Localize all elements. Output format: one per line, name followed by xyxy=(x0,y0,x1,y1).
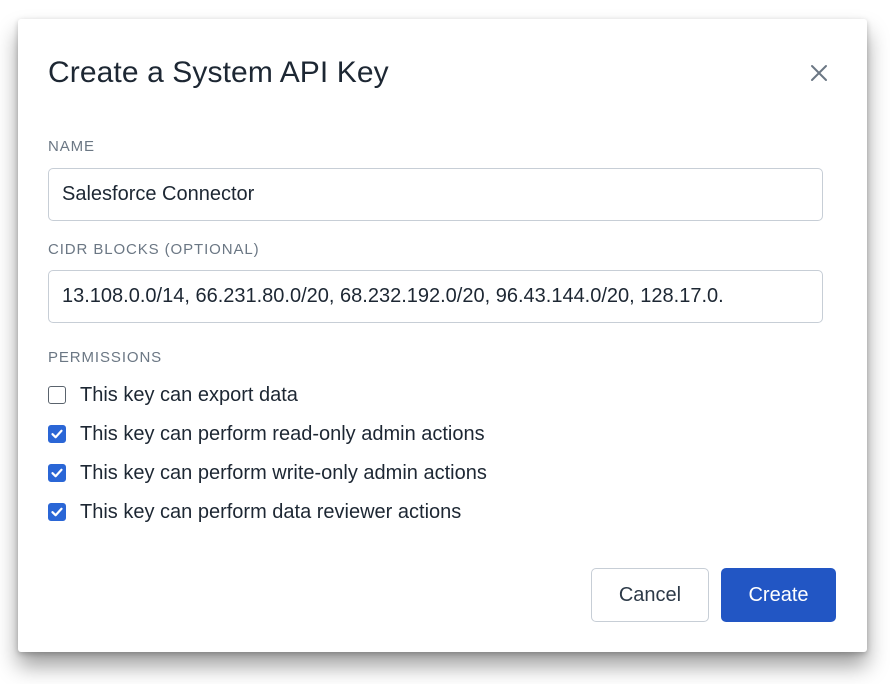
checkbox-unchecked[interactable] xyxy=(48,386,66,404)
create-button[interactable]: Create xyxy=(721,568,836,622)
permission-write-only-admin[interactable]: This key can perform write-only admin ac… xyxy=(48,460,487,486)
permission-label: This key can export data xyxy=(80,384,298,406)
close-icon[interactable] xyxy=(807,61,831,85)
cidr-blocks-input[interactable] xyxy=(48,270,823,323)
permission-data-reviewer[interactable]: This key can perform data reviewer actio… xyxy=(48,499,461,525)
permission-read-only-admin[interactable]: This key can perform read-only admin act… xyxy=(48,421,485,447)
dialog-title: Create a System API Key xyxy=(48,56,389,89)
checkbox-checked[interactable] xyxy=(48,503,66,521)
checkmark-icon xyxy=(51,468,63,478)
checkbox-checked[interactable] xyxy=(48,464,66,482)
checkbox-checked[interactable] xyxy=(48,425,66,443)
checkmark-icon xyxy=(51,429,63,439)
permissions-label: PERMISSIONS xyxy=(48,349,163,366)
cidr-blocks-label: CIDR BLOCKS (OPTIONAL) xyxy=(48,241,260,258)
permission-export-data[interactable]: This key can export data xyxy=(48,382,298,408)
name-input[interactable] xyxy=(48,168,823,221)
name-label: NAME xyxy=(48,138,95,155)
page-background: Create a System API Key NAME CIDR BLOCKS… xyxy=(0,0,890,684)
cancel-button[interactable]: Cancel xyxy=(591,568,709,622)
permission-label: This key can perform read-only admin act… xyxy=(80,423,485,445)
permission-label: This key can perform write-only admin ac… xyxy=(80,462,487,484)
permission-label: This key can perform data reviewer actio… xyxy=(80,501,462,523)
create-api-key-dialog: Create a System API Key NAME CIDR BLOCKS… xyxy=(18,19,867,652)
checkmark-icon xyxy=(51,507,63,517)
